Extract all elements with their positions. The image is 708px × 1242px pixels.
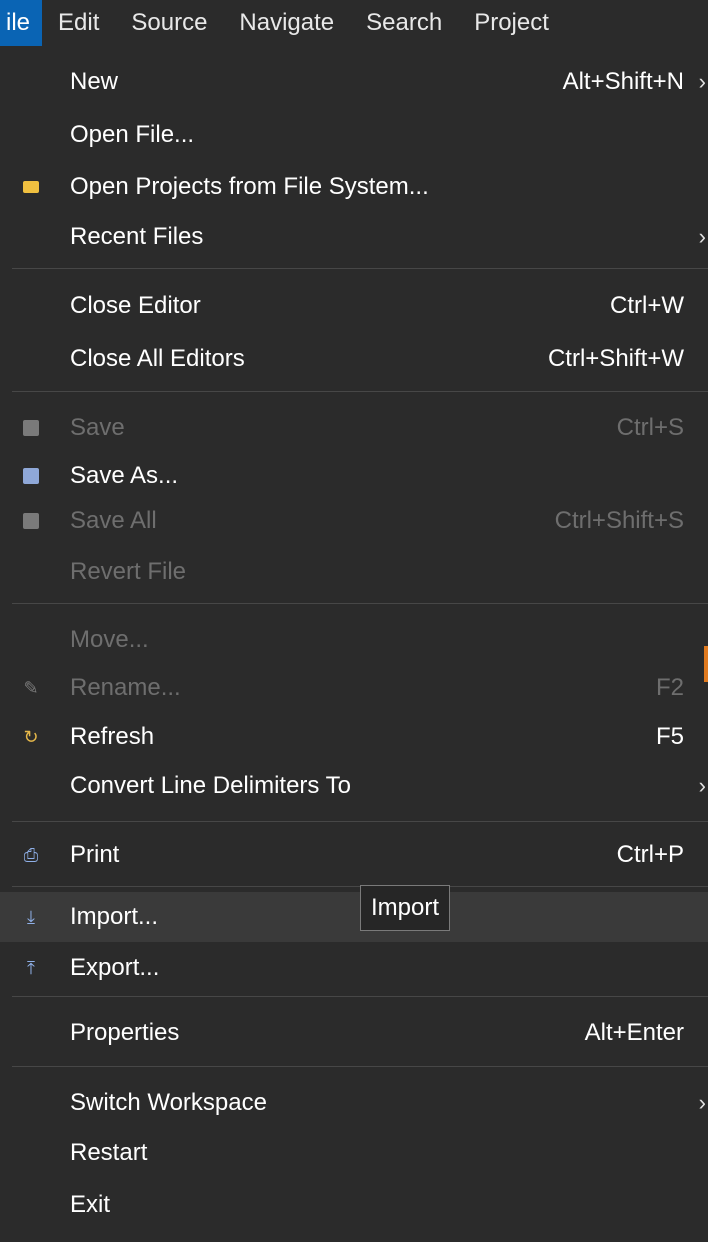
menu-source[interactable]: Source <box>115 0 223 46</box>
menu-item-label: Switch Workspace <box>70 1089 267 1116</box>
menu-item-label: Rename... <box>70 674 181 701</box>
menu-item-label: Save As... <box>70 462 179 489</box>
separator <box>12 603 708 604</box>
file-menu-dropdown: New Alt+Shift+N › Open File... Open Proj… <box>0 46 708 1238</box>
menu-item-label: Save All <box>70 507 157 534</box>
shortcut-label: Alt+Shift+N <box>562 68 684 95</box>
folder-icon <box>23 181 39 193</box>
menu-item-label: New <box>70 68 119 95</box>
shortcut-label: Ctrl+Shift+S <box>554 507 684 534</box>
save-all-icon <box>23 513 39 529</box>
separator <box>12 391 708 392</box>
menu-item-label: Refresh <box>70 723 155 750</box>
menu-item-label: Properties <box>70 1019 180 1046</box>
submenu-arrow-icon: › <box>698 224 706 249</box>
menu-item-label: Open Projects from File System... <box>70 173 429 200</box>
print-icon: ⎙ <box>23 845 39 865</box>
menu-item-label: Save <box>70 414 125 441</box>
menu-item-switch-workspace[interactable]: Switch Workspace › <box>0 1078 708 1128</box>
shortcut-label: Ctrl+W <box>610 292 684 319</box>
separator <box>12 821 708 822</box>
menu-item-rename[interactable]: ✎ Rename... F2 <box>0 663 708 713</box>
menu-item-open-projects[interactable]: Open Projects from File System... <box>0 162 708 212</box>
refresh-icon: ↻ <box>23 727 39 747</box>
menu-item-label: Restart <box>70 1139 148 1166</box>
menu-edit[interactable]: Edit <box>42 0 115 46</box>
menu-item-save[interactable]: Save Ctrl+S <box>0 403 708 453</box>
editor-edge-marker <box>704 646 708 682</box>
menu-item-new[interactable]: New Alt+Shift+N › <box>0 57 708 107</box>
menu-navigate[interactable]: Navigate <box>223 0 350 46</box>
menu-item-label: Print <box>70 841 120 868</box>
submenu-arrow-icon: › <box>698 69 706 94</box>
menu-item-import[interactable]: ⤓ Import... <box>0 892 708 942</box>
menu-item-exit[interactable]: Exit <box>0 1180 708 1230</box>
rename-icon: ✎ <box>23 678 39 698</box>
tooltip: Import <box>360 885 451 931</box>
shortcut-label: Ctrl+Shift+W <box>547 345 684 372</box>
menu-item-label: Close Editor <box>70 292 201 319</box>
shortcut-label: F5 <box>655 723 684 750</box>
save-as-icon <box>23 468 39 484</box>
import-icon: ⤓ <box>27 907 35 927</box>
menu-item-label: Convert Line Delimiters To <box>70 772 352 799</box>
menu-item-print[interactable]: ⎙ Print Ctrl+P <box>0 830 708 880</box>
menu-item-label: Close All Editors <box>70 345 245 372</box>
menu-item-label: Open File... <box>70 121 195 148</box>
export-icon: ⤒ <box>27 958 35 978</box>
menu-item-label: Recent Files <box>70 223 204 250</box>
shortcut-label: Alt+Enter <box>584 1019 684 1046</box>
menu-project[interactable]: Project <box>458 0 565 46</box>
shortcut-label: Ctrl+P <box>616 841 684 868</box>
shortcut-label: F2 <box>655 674 684 701</box>
menu-search[interactable]: Search <box>350 0 458 46</box>
menu-item-label: Export... <box>70 954 160 981</box>
menu-item-close-all-editors[interactable]: Close All Editors Ctrl+Shift+W <box>0 334 708 384</box>
menu-item-close-editor[interactable]: Close Editor Ctrl+W <box>0 281 708 331</box>
menu-item-label: Exit <box>70 1191 111 1218</box>
menu-item-save-all[interactable]: Save All Ctrl+Shift+S <box>0 496 708 546</box>
menu-item-label: Import... <box>70 903 159 930</box>
separator <box>12 268 708 269</box>
menu-item-recent-files[interactable]: Recent Files › <box>0 212 708 262</box>
menu-item-refresh[interactable]: ↻ Refresh F5 <box>0 712 708 762</box>
menu-bar: ile Edit Source Navigate Search Project <box>0 0 708 46</box>
shortcut-label: Ctrl+S <box>616 414 684 441</box>
menu-file[interactable]: ile <box>0 0 43 46</box>
menu-item-restart[interactable]: Restart <box>0 1128 708 1178</box>
menu-item-export[interactable]: ⤒ Export... <box>0 943 708 993</box>
separator <box>12 996 708 997</box>
menu-item-properties[interactable]: Properties Alt+Enter <box>0 1008 708 1058</box>
menu-item-save-as[interactable]: Save As... <box>0 451 708 501</box>
submenu-arrow-icon: › <box>698 773 706 798</box>
menu-item-revert-file[interactable]: Revert File <box>0 547 708 597</box>
menu-item-label: Revert File <box>70 558 187 585</box>
menu-item-open-file[interactable]: Open File... <box>0 110 708 160</box>
menu-item-convert-line-delimiters[interactable]: Convert Line Delimiters To › <box>0 761 708 811</box>
separator <box>12 1066 708 1067</box>
submenu-arrow-icon: › <box>698 1090 706 1115</box>
save-icon <box>23 420 39 436</box>
menu-item-label: Move... <box>70 626 149 653</box>
menu-item-move[interactable]: Move... <box>0 615 708 665</box>
